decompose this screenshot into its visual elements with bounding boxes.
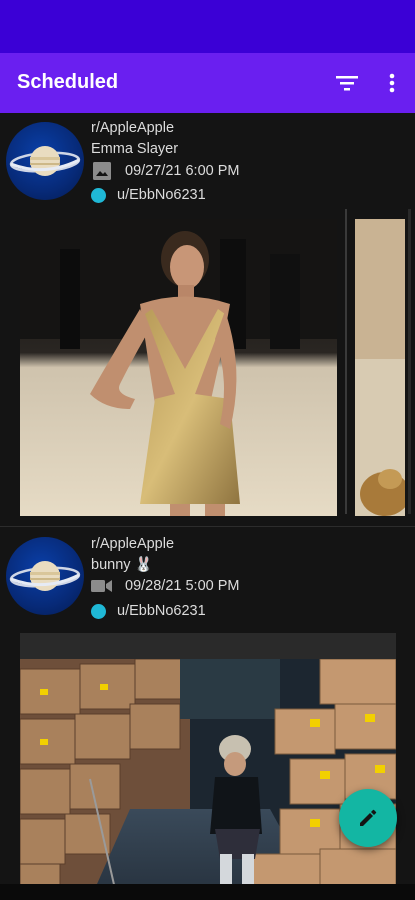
user-avatar — [91, 603, 106, 619]
user-row: u/EbbNo6231 — [91, 185, 206, 205]
pencil-icon — [360, 809, 377, 826]
video-icon — [91, 577, 113, 595]
username: u/EbbNo6231 — [117, 187, 206, 203]
next-photo — [355, 219, 405, 516]
post-photo — [20, 219, 337, 516]
status-bar — [0, 0, 415, 53]
saturn-icon — [9, 561, 81, 591]
image-icon — [91, 162, 113, 180]
user-avatar — [91, 187, 106, 203]
scheduled-time: 09/27/21 6:00 PM — [125, 163, 240, 179]
scheduled-feed[interactable]: r/AppleApple Emma Slayer 09/27/21 6:00 P… — [0, 113, 415, 900]
subreddit-name: r/AppleApple — [91, 536, 175, 552]
carousel-divider — [345, 209, 347, 514]
filter-button[interactable] — [334, 70, 360, 96]
post-title: Emma Slayer — [91, 141, 179, 157]
saturn-icon — [9, 146, 81, 176]
scheduled-post-card[interactable]: r/AppleApple Emma Slayer 09/27/21 6:00 P… — [0, 113, 415, 526]
username: u/EbbNo6231 — [117, 603, 206, 619]
scheduled-post-card[interactable]: r/AppleApple bunny 🐰 09/28/21 5:00 PM u/… — [0, 527, 415, 900]
subreddit-avatar — [6, 537, 84, 615]
page-title: Scheduled — [17, 71, 119, 93]
subreddit-avatar — [6, 122, 84, 200]
navigation-bar — [0, 884, 415, 900]
schedule-row: 09/28/21 5:00 PM — [91, 576, 239, 596]
schedule-row: 09/27/21 6:00 PM — [91, 161, 239, 181]
scheduled-time: 09/28/21 5:00 PM — [125, 578, 240, 594]
compose-post-button[interactable] — [339, 789, 397, 847]
scrollbar[interactable] — [408, 209, 411, 514]
post-image[interactable] — [20, 219, 337, 516]
more-vertical-icon — [389, 73, 395, 93]
post-title: bunny 🐰 — [91, 557, 153, 573]
next-image-preview[interactable] — [355, 219, 405, 516]
post-video[interactable] — [20, 659, 396, 900]
filter-icon — [336, 76, 358, 91]
video-thumbnail — [20, 659, 396, 900]
more-options-button[interactable] — [380, 70, 404, 96]
user-row: u/EbbNo6231 — [91, 601, 206, 621]
app-bar: Scheduled — [0, 53, 415, 113]
subreddit-name: r/AppleApple — [91, 120, 175, 136]
